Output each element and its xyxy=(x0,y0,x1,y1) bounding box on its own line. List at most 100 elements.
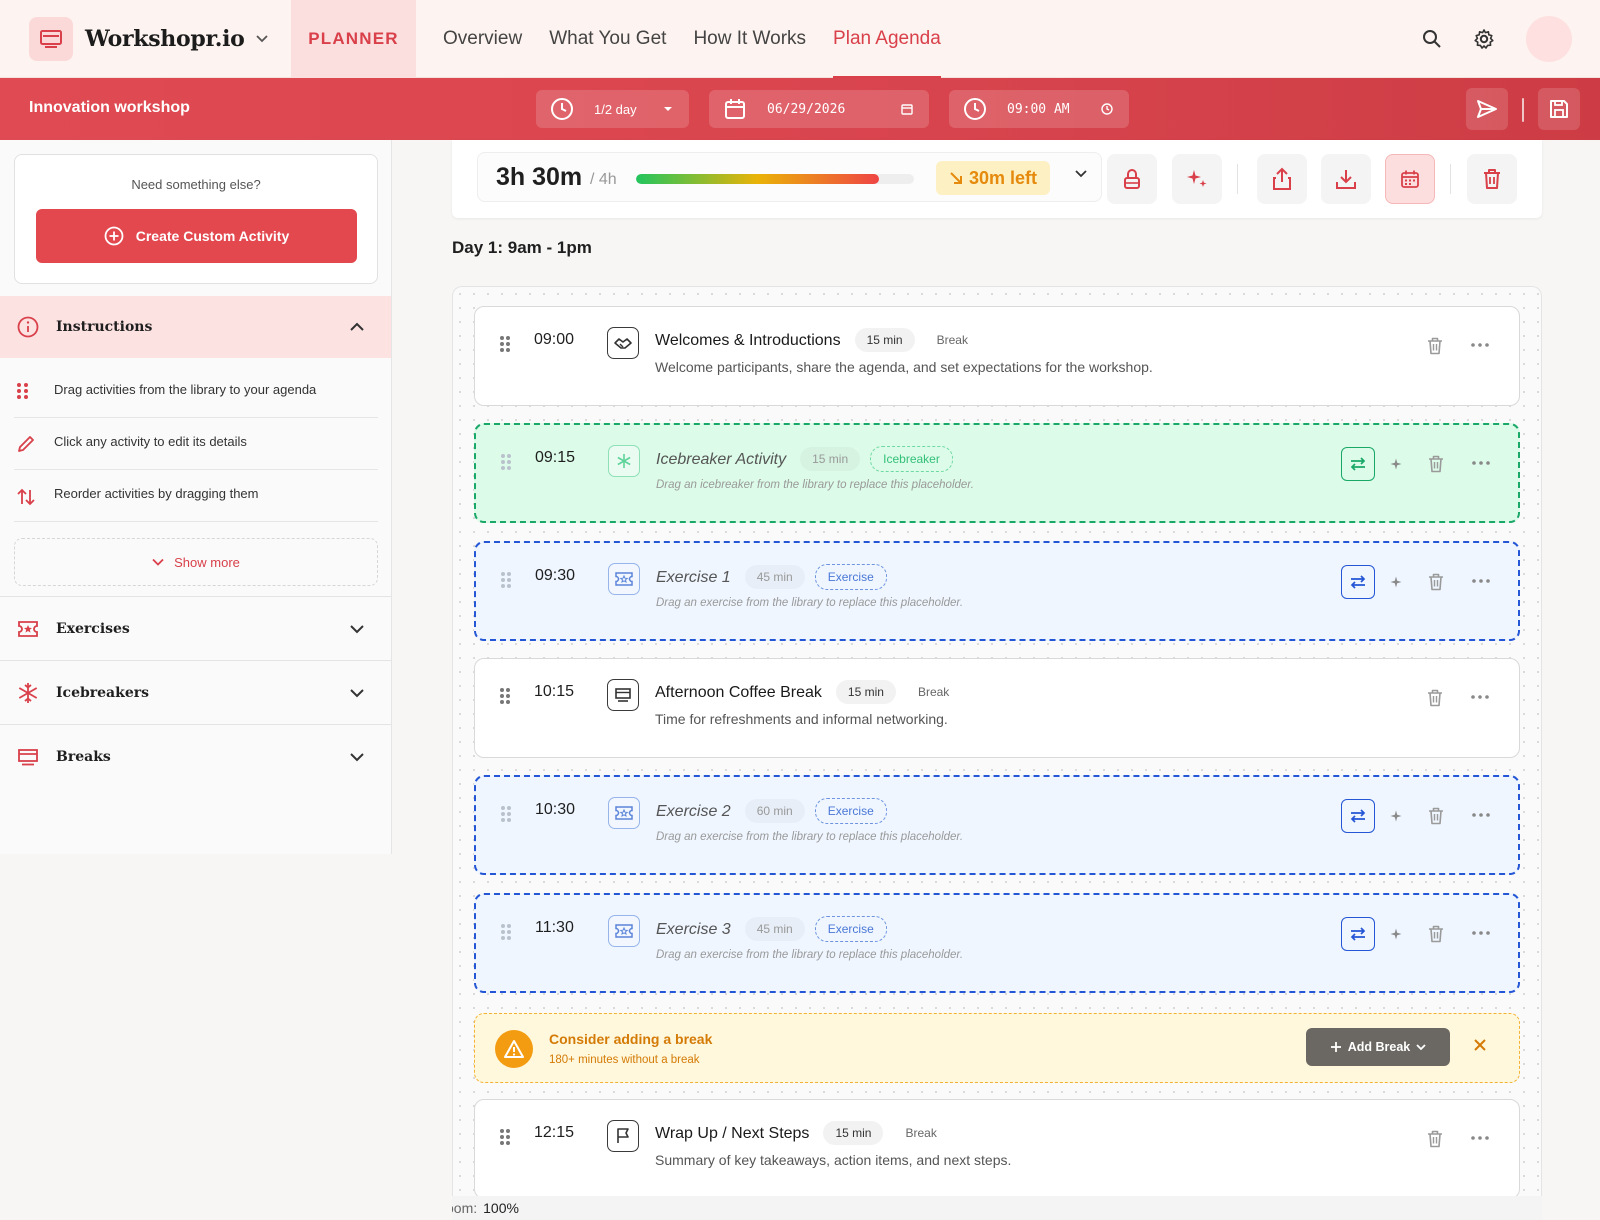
drag-handle-icon[interactable] xyxy=(499,1128,511,1146)
item-title[interactable]: Exercise 2 xyxy=(656,803,731,820)
send-button[interactable] xyxy=(1466,88,1508,130)
agenda-placeholder-ex[interactable]: 09:30 Exercise 1 45 min Exercise Drag an exe… xyxy=(474,541,1520,641)
agenda-item[interactable]: 12:15 Wrap Up / Next Steps 15 min Break Summ… xyxy=(474,1099,1520,1199)
agenda-item[interactable]: 09:00 Welcomes & Introductions 15 min Break… xyxy=(474,306,1520,406)
agenda-placeholder-ex[interactable]: 10:30 Exercise 2 60 min Exercise Drag an exe… xyxy=(474,775,1520,875)
drag-handle-icon[interactable] xyxy=(499,335,511,353)
item-title[interactable]: Afternoon Coffee Break xyxy=(655,684,822,701)
drag-handle-icon[interactable] xyxy=(500,453,512,471)
length-select[interactable]: 1/2 day xyxy=(536,90,689,128)
more-options-icon[interactable] xyxy=(1471,343,1489,347)
swap-icon xyxy=(1349,575,1367,589)
trash-icon[interactable] xyxy=(1427,337,1443,355)
swap-button[interactable] xyxy=(1341,917,1375,951)
date-input[interactable]: 06/29/2026 xyxy=(709,90,929,128)
chevron-down-icon[interactable] xyxy=(1074,169,1088,179)
more-options-icon[interactable] xyxy=(1472,813,1490,817)
swap-button[interactable] xyxy=(1341,565,1375,599)
accordion-icebreakers[interactable]: Icebreakers xyxy=(0,660,391,724)
trash-icon[interactable] xyxy=(1428,807,1444,825)
drag-handle-icon[interactable] xyxy=(500,805,512,823)
accordion-breaks[interactable]: Breaks xyxy=(0,724,391,788)
time-picker-icon[interactable] xyxy=(1101,103,1113,115)
add-break-button[interactable]: Add Break xyxy=(1306,1028,1450,1066)
trash-icon[interactable] xyxy=(1428,573,1444,591)
clear-agenda-button[interactable] xyxy=(1467,154,1517,204)
toolbar-divider xyxy=(1522,98,1524,122)
duration-badge[interactable]: 15 min xyxy=(823,1121,884,1145)
brand[interactable]: Workshopr.io xyxy=(0,0,291,78)
trash-icon[interactable] xyxy=(1427,1130,1443,1148)
lock-button[interactable] xyxy=(1107,154,1157,204)
nav-link-what-you-get[interactable]: What You Get xyxy=(549,0,666,78)
more-options-icon[interactable] xyxy=(1471,1136,1489,1140)
duration-badge[interactable]: 15 min xyxy=(835,680,896,704)
swap-button[interactable] xyxy=(1341,799,1375,833)
trash-icon[interactable] xyxy=(1428,455,1444,473)
warning-subtitle: 180+ minutes without a break xyxy=(549,1054,700,1066)
more-options-icon[interactable] xyxy=(1472,461,1490,465)
chevron-up-icon[interactable] xyxy=(349,322,365,332)
duration-badge[interactable]: 15 min xyxy=(854,328,915,352)
agenda-placeholder-ice[interactable]: 09:15 Icebreaker Activity 15 min Icebreaker… xyxy=(474,423,1520,523)
item-time: 12:15 xyxy=(534,1124,575,1141)
close-icon[interactable] xyxy=(1473,1038,1487,1052)
calendar-picker-icon[interactable] xyxy=(901,103,913,115)
duration-badge[interactable]: 45 min xyxy=(745,565,805,589)
gear-icon[interactable] xyxy=(1466,21,1502,57)
more-options-icon[interactable] xyxy=(1472,931,1490,935)
show-more-label: Show more xyxy=(174,554,240,570)
duration-badge[interactable]: 45 min xyxy=(745,917,805,941)
save-button[interactable] xyxy=(1538,88,1580,130)
item-title[interactable]: Icebreaker Activity xyxy=(656,451,786,468)
accordion-exercises[interactable]: Exercises xyxy=(0,596,391,660)
swap-button[interactable] xyxy=(1341,447,1375,481)
chevron-down-icon xyxy=(349,752,365,762)
item-title[interactable]: Exercise 3 xyxy=(656,921,731,938)
chevron-down-icon[interactable] xyxy=(255,34,269,44)
sparkle-icon[interactable] xyxy=(1390,928,1402,940)
drag-handle-icon[interactable] xyxy=(500,571,512,589)
share-icon xyxy=(1272,167,1292,191)
duration-summary[interactable]: 3h 30m / 4h 30m left xyxy=(477,152,1102,202)
duration-badge[interactable]: 60 min xyxy=(745,799,805,823)
category-tag: Break xyxy=(917,685,950,699)
nav-link-plan-agenda[interactable]: Plan Agenda xyxy=(833,0,941,78)
show-more-button[interactable]: Show more xyxy=(14,538,378,586)
drag-handle-icon xyxy=(14,382,54,400)
share-button[interactable] xyxy=(1257,154,1307,204)
agenda-item[interactable]: 10:15 Afternoon Coffee Break 15 min Break Ti… xyxy=(474,658,1520,758)
planner-tab[interactable]: PLANNER xyxy=(291,0,416,78)
item-title[interactable]: Wrap Up / Next Steps xyxy=(655,1125,809,1142)
sparkle-icon[interactable] xyxy=(1390,458,1402,470)
trash-icon[interactable] xyxy=(1427,689,1443,707)
item-title-row: Wrap Up / Next Steps 15 min Break xyxy=(655,1121,949,1146)
item-title[interactable]: Exercise 1 xyxy=(656,569,731,586)
zoom-value: 100% xyxy=(483,1200,519,1216)
nav-link-overview[interactable]: Overview xyxy=(443,0,522,78)
more-options-icon[interactable] xyxy=(1471,695,1489,699)
agenda-placeholder-ex[interactable]: 11:30 Exercise 3 45 min Exercise Drag an exe… xyxy=(474,893,1520,993)
more-options-icon[interactable] xyxy=(1472,579,1490,583)
start-time-input[interactable]: 09:00 AM xyxy=(949,90,1129,128)
sparkle-icon[interactable] xyxy=(1390,810,1402,822)
search-icon[interactable] xyxy=(1414,21,1450,57)
calendar-view-button[interactable] xyxy=(1385,154,1435,204)
workshop-title[interactable]: Innovation workshop xyxy=(29,99,190,117)
download-button[interactable] xyxy=(1321,154,1371,204)
nav-link-how-it-works[interactable]: How It Works xyxy=(693,0,806,78)
pencil-icon xyxy=(14,434,54,454)
ai-generate-button[interactable] xyxy=(1172,154,1222,204)
duration-badge[interactable]: 15 min xyxy=(800,447,860,471)
swap-icon xyxy=(1349,809,1367,823)
drag-handle-icon[interactable] xyxy=(500,923,512,941)
instructions-header[interactable]: Instructions xyxy=(0,296,391,358)
avatar[interactable] xyxy=(1526,16,1572,62)
create-custom-activity-button[interactable]: Create Custom Activity xyxy=(36,209,357,263)
trash-icon[interactable] xyxy=(1428,925,1444,943)
drag-handle-icon[interactable] xyxy=(499,687,511,705)
item-title-row: Exercise 2 60 min Exercise xyxy=(656,798,887,825)
sparkle-icon[interactable] xyxy=(1390,576,1402,588)
item-title[interactable]: Welcomes & Introductions xyxy=(655,332,841,349)
brand-name: Workshopr.io xyxy=(85,25,245,52)
